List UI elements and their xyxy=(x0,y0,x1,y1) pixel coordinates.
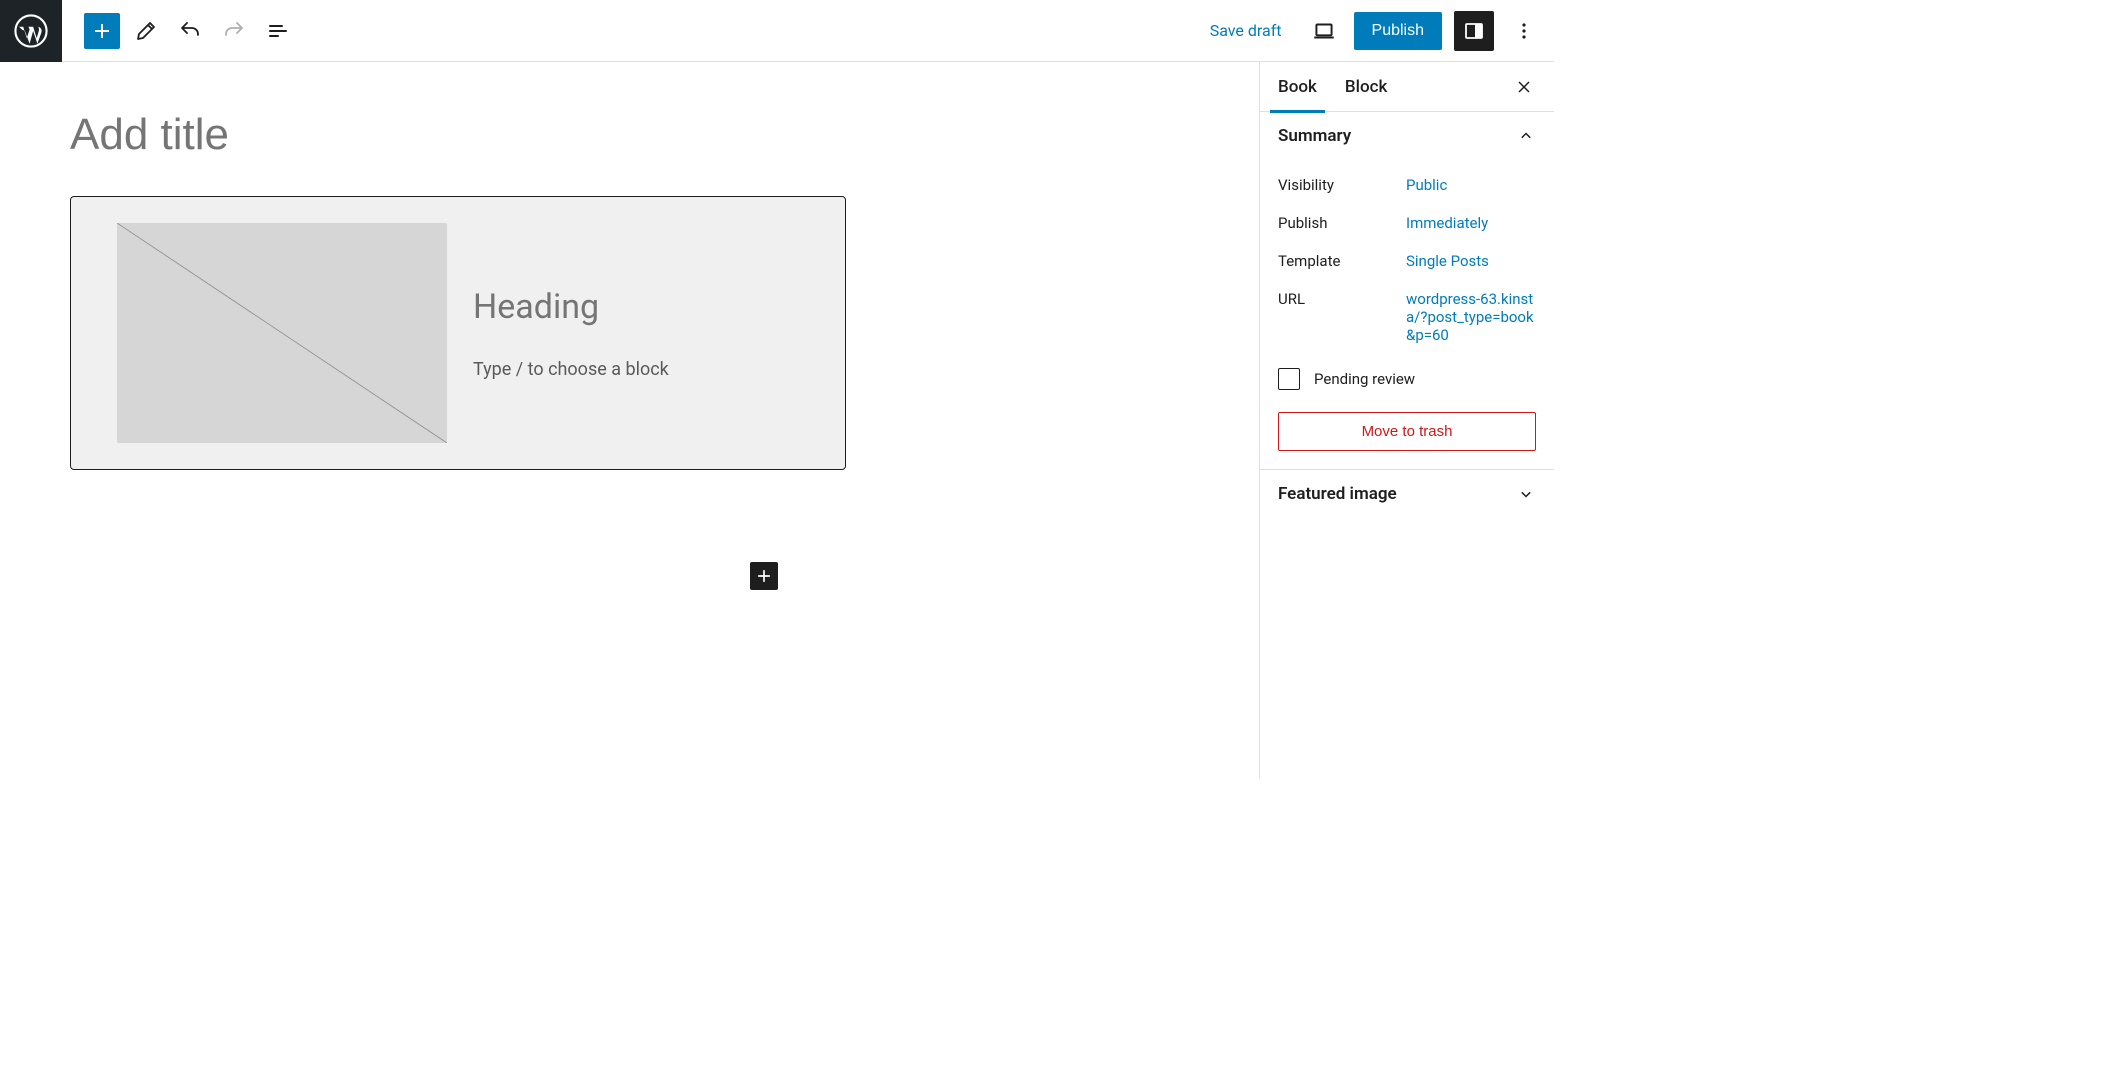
image-placeholder[interactable] xyxy=(117,223,447,443)
settings-sidebar: Book Block Summary Visibility Public Pub… xyxy=(1259,62,1554,779)
block-paragraph-hint[interactable]: Type / to choose a block xyxy=(473,359,799,380)
list-icon xyxy=(266,19,290,43)
editor-canvas[interactable]: Heading Type / to choose a block xyxy=(0,62,1259,779)
redo-icon xyxy=(222,19,246,43)
media-text-block[interactable]: Heading Type / to choose a block xyxy=(70,196,846,470)
summary-panel-title: Summary xyxy=(1278,126,1351,146)
document-overview-button[interactable] xyxy=(260,13,296,49)
editor-header: Save draft Publish xyxy=(0,0,1554,62)
post-title-input[interactable] xyxy=(70,110,1225,160)
block-text-area: Heading Type / to choose a block xyxy=(473,287,799,380)
publish-value[interactable]: Immediately xyxy=(1406,214,1536,232)
summary-panel-body: Visibility Public Publish Immediately Te… xyxy=(1260,160,1554,469)
move-to-trash-button[interactable]: Move to trash xyxy=(1278,412,1536,451)
publish-button[interactable]: Publish xyxy=(1354,12,1442,50)
template-value[interactable]: Single Posts xyxy=(1406,252,1536,270)
pending-review-checkbox[interactable] xyxy=(1278,368,1300,390)
template-row: Template Single Posts xyxy=(1278,242,1536,280)
wordpress-icon xyxy=(14,14,48,48)
publish-row: Publish Immediately xyxy=(1278,204,1536,242)
undo-button[interactable] xyxy=(172,13,208,49)
pending-review-row: Pending review xyxy=(1278,354,1536,398)
placeholder-diagonal-icon xyxy=(117,223,447,443)
toolbar-right: Save draft Publish xyxy=(1198,11,1554,51)
add-block-button[interactable] xyxy=(84,13,120,49)
template-label: Template xyxy=(1278,252,1406,270)
undo-icon xyxy=(178,19,202,43)
chevron-up-icon xyxy=(1516,126,1536,146)
more-options-button[interactable] xyxy=(1506,13,1542,49)
main-area: Heading Type / to choose a block Book Bl… xyxy=(0,62,1554,779)
featured-image-panel-title: Featured image xyxy=(1278,484,1397,504)
plus-icon xyxy=(90,19,114,43)
preview-button[interactable] xyxy=(1306,13,1342,49)
wordpress-logo[interactable] xyxy=(0,0,62,62)
pending-review-label: Pending review xyxy=(1314,370,1415,388)
url-label: URL xyxy=(1278,290,1406,344)
close-sidebar-button[interactable] xyxy=(1512,75,1536,99)
plus-icon xyxy=(754,566,774,586)
visibility-value[interactable]: Public xyxy=(1406,176,1536,194)
toolbar-left xyxy=(62,13,296,49)
sidebar-icon xyxy=(1462,19,1486,43)
sidebar-tabs: Book Block xyxy=(1260,62,1554,112)
block-heading-placeholder[interactable]: Heading xyxy=(473,287,799,327)
tab-block[interactable]: Block xyxy=(1345,62,1387,112)
publish-label: Publish xyxy=(1278,214,1406,232)
laptop-icon xyxy=(1311,18,1337,44)
save-draft-button[interactable]: Save draft xyxy=(1198,13,1294,48)
visibility-label: Visibility xyxy=(1278,176,1406,194)
summary-panel-header[interactable]: Summary xyxy=(1260,112,1554,160)
pencil-icon xyxy=(134,19,158,43)
append-block-button[interactable] xyxy=(750,562,778,590)
redo-button xyxy=(216,13,252,49)
tab-book[interactable]: Book xyxy=(1278,62,1317,112)
chevron-down-icon xyxy=(1516,484,1536,504)
featured-image-panel-header[interactable]: Featured image xyxy=(1260,470,1554,518)
url-row: URL wordpress-63.kinsta/?post_type=book&… xyxy=(1278,280,1536,354)
more-vertical-icon xyxy=(1512,19,1536,43)
settings-sidebar-button[interactable] xyxy=(1454,11,1494,51)
close-icon xyxy=(1514,77,1534,97)
tools-button[interactable] xyxy=(128,13,164,49)
visibility-row: Visibility Public xyxy=(1278,166,1536,204)
url-value[interactable]: wordpress-63.kinsta/?post_type=book&p=60 xyxy=(1406,290,1536,344)
